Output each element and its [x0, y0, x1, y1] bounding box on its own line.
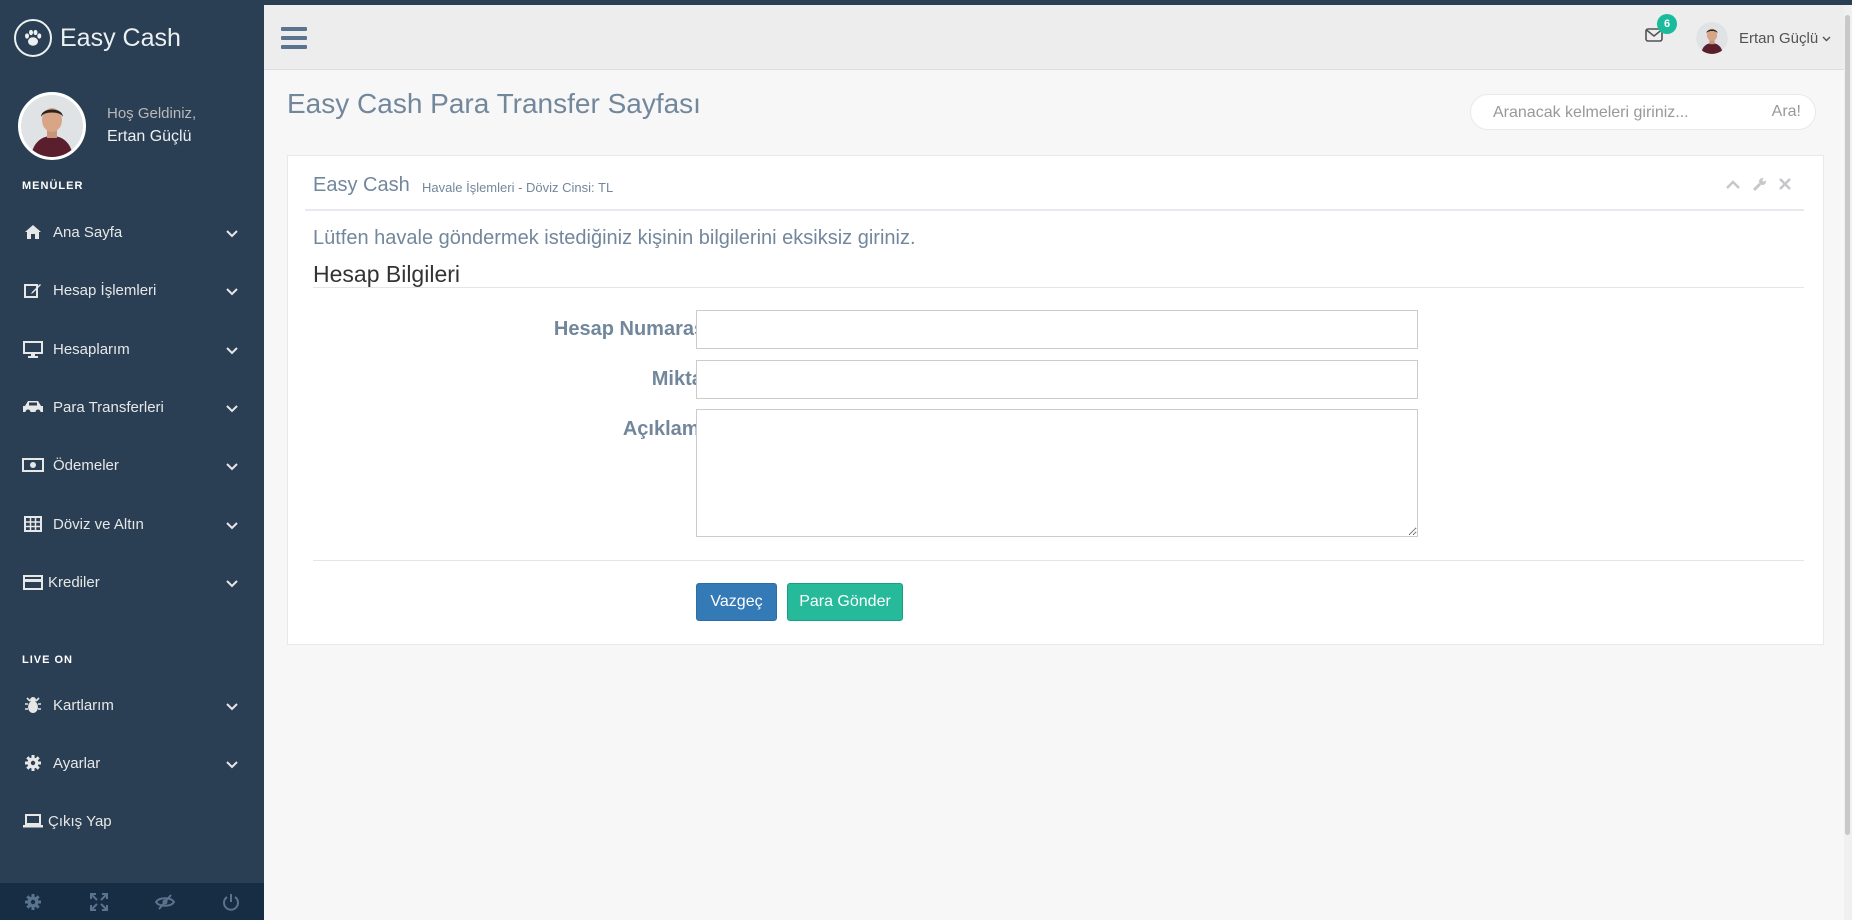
transfer-panel: Easy Cash Havale İşlemleri - Döviz Cinsi…: [287, 155, 1824, 645]
scrollbar[interactable]: [1844, 5, 1852, 920]
brand[interactable]: Easy Cash: [14, 18, 181, 58]
chevron-down-icon: [226, 517, 238, 534]
panel-tools: [1725, 176, 1793, 192]
search-button[interactable]: Ara!: [1772, 103, 1801, 121]
home-icon: [22, 223, 44, 241]
table-icon: [22, 515, 44, 533]
car-icon: [22, 398, 44, 416]
sidebar-item-kartlarim[interactable]: Kartlarım: [0, 682, 264, 728]
eye-slash-icon[interactable]: [132, 883, 198, 920]
chevron-down-icon: [226, 225, 238, 242]
divider: [313, 287, 1804, 288]
close-icon[interactable]: [1777, 176, 1793, 192]
divider: [305, 209, 1804, 211]
sidebar-item-label: Kartlarım: [53, 696, 114, 714]
cancel-button[interactable]: Vazgeç: [696, 583, 777, 621]
send-money-button[interactable]: Para Gönder: [787, 583, 903, 621]
sidebar-item-label: Ana Sayfa: [53, 223, 123, 241]
wrench-icon[interactable]: [1751, 176, 1767, 192]
sidebar-footer: [0, 883, 264, 920]
desktop-icon: [22, 340, 44, 358]
welcome-text: Hoş Geldiniz,: [107, 105, 197, 122]
sidebar-item-odemeler[interactable]: Ödemeler: [0, 442, 264, 488]
sidebar-item-label: Döviz ve Altın: [53, 515, 144, 533]
chevron-up-icon[interactable]: [1725, 176, 1741, 192]
chevron-down-icon: [226, 458, 238, 475]
sidebar: Easy Cash Hoş Geldiniz, Ertan Güçlü MENÜ…: [0, 0, 264, 920]
mail-count-badge: 6: [1657, 14, 1677, 34]
divider: [313, 560, 1804, 561]
brand-title: Easy Cash: [60, 23, 181, 52]
sidebar-item-hesaplarim[interactable]: Hesaplarım: [0, 326, 264, 372]
gear-icon: [22, 754, 44, 772]
sidebar-item-para-transferleri[interactable]: Para Transferleri: [0, 384, 264, 430]
chevron-down-icon: [226, 756, 238, 773]
description-textarea[interactable]: [696, 409, 1418, 537]
form-instructions: Lütfen havale göndermek istediğiniz kişi…: [313, 227, 916, 249]
panel-title: Easy Cash: [313, 174, 410, 196]
top-nav: 6 Ertan Güçlü: [264, 5, 1852, 70]
sidebar-item-hesap-islemleri[interactable]: Hesap İşlemleri: [0, 267, 264, 313]
credit-card-icon: [22, 573, 44, 591]
bug-icon: [22, 696, 44, 714]
sidebar-item-cikis-yap[interactable]: Çıkış Yap: [0, 798, 264, 844]
amount-input[interactable]: [696, 360, 1418, 399]
chevron-down-icon: [226, 400, 238, 417]
search-box: Ara!: [1470, 94, 1816, 130]
sidebar-item-doviz-ve-altin[interactable]: Döviz ve Altın: [0, 501, 264, 547]
sidebar-item-ayarlar[interactable]: Ayarlar: [0, 740, 264, 786]
sidebar-item-label: Çıkış Yap: [48, 812, 112, 830]
menu-section-title: MENÜLER: [22, 180, 84, 192]
settings-icon[interactable]: [0, 883, 66, 920]
sidebar-item-label: Para Transferleri: [53, 398, 164, 416]
section-title: Hesap Bilgileri: [313, 261, 461, 287]
avatar: [1696, 22, 1728, 54]
profile-name: Ertan Güçlü: [107, 128, 192, 145]
sidebar-item-label: Ayarlar: [53, 754, 101, 772]
profile: Hoş Geldiniz, Ertan Güçlü: [18, 92, 258, 160]
sidebar-item-label: Krediler: [48, 573, 100, 591]
live-section-title: LIVE ON: [22, 654, 74, 666]
paw-icon: [14, 19, 52, 57]
account-number-input[interactable]: [696, 310, 1418, 349]
user-name: Ertan Güçlü: [1739, 29, 1819, 47]
user-menu[interactable]: Ertan Güçlü: [1696, 21, 1831, 55]
sidebar-item-label: Hesaplarım: [53, 340, 130, 358]
sidebar-item-ana-sayfa[interactable]: Ana Sayfa: [0, 209, 264, 255]
search-input[interactable]: [1491, 102, 1745, 124]
sidebar-item-label: Hesap İşlemleri: [53, 281, 157, 299]
power-icon[interactable]: [198, 883, 264, 920]
money-icon: [22, 456, 44, 474]
edit-icon: [22, 281, 44, 299]
laptop-icon: [22, 812, 44, 830]
chevron-down-icon: [226, 698, 238, 715]
sidebar-item-krediler[interactable]: Krediler: [0, 559, 264, 605]
menu-toggle-icon[interactable]: [281, 27, 307, 49]
avatar: [18, 92, 86, 160]
fullscreen-icon[interactable]: [66, 883, 132, 920]
chevron-down-icon: [226, 342, 238, 359]
sidebar-item-label: Ödemeler: [53, 456, 119, 474]
chevron-down-icon: [1822, 29, 1831, 47]
scrollbar-thumb[interactable]: [1845, 15, 1850, 835]
chevron-down-icon: [226, 283, 238, 300]
panel-subtitle: Havale İşlemleri - Döviz Cinsi: TL: [422, 180, 614, 195]
chevron-down-icon: [226, 575, 238, 592]
page-title: Easy Cash Para Transfer Sayfası: [287, 88, 701, 119]
